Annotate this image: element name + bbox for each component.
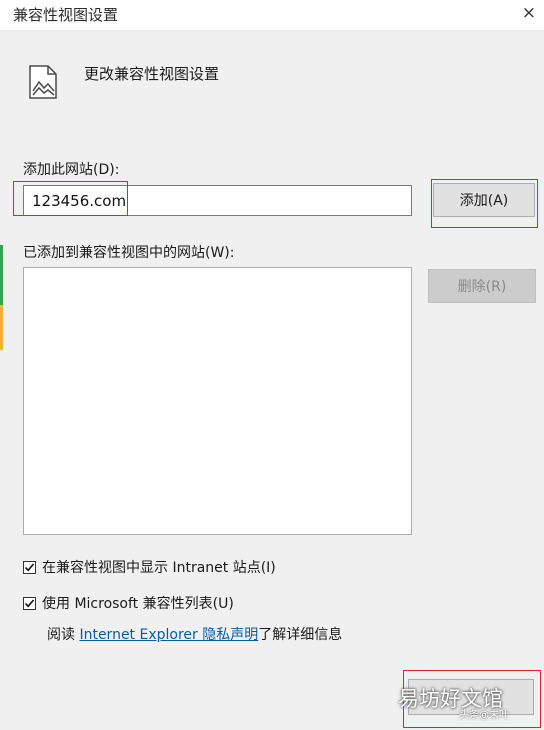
window-title: 兼容性视图设置 — [13, 6, 119, 24]
checkmark-icon — [24, 598, 35, 607]
ms-list-label: 使用 Microsoft 兼容性列表(U) — [42, 596, 234, 612]
ms-list-option[interactable]: 使用 Microsoft 兼容性列表(U) — [23, 593, 234, 613]
info-prefix: 阅读 — [47, 627, 80, 643]
intranet-checkbox[interactable] — [23, 560, 36, 574]
dialog-heading: 更改兼容性视图设置 — [84, 65, 220, 83]
info-suffix: 了解详细信息 — [258, 627, 343, 643]
left-edge-strip — [0, 245, 3, 305]
add-button[interactable]: 添加(A) — [433, 183, 535, 217]
checkmark-icon — [24, 562, 35, 571]
ms-list-checkbox[interactable] — [23, 596, 36, 610]
close-icon[interactable]: × — [522, 3, 536, 23]
intranet-option[interactable]: 在兼容性视图中显示 Intranet 站点(I) — [23, 557, 276, 577]
title-bar: 兼容性视图设置 × — [0, 0, 544, 31]
picture-icon — [28, 64, 58, 100]
privacy-link[interactable]: Internet Explorer 隐私声明 — [79, 627, 258, 643]
intranet-label: 在兼容性视图中显示 Intranet 站点(I) — [42, 560, 276, 576]
add-site-label: 添加此网站(D): — [23, 162, 120, 178]
close-button[interactable] — [408, 679, 534, 715]
privacy-info: 阅读 Internet Explorer 隐私声明了解详细信息 — [47, 624, 342, 644]
add-site-input[interactable] — [23, 185, 412, 216]
added-sites-list[interactable] — [23, 267, 412, 535]
added-sites-label: 已添加到兼容性视图中的网站(W): — [23, 245, 235, 261]
remove-button: 删除(R) — [428, 269, 536, 303]
left-edge-strip — [0, 305, 3, 350]
